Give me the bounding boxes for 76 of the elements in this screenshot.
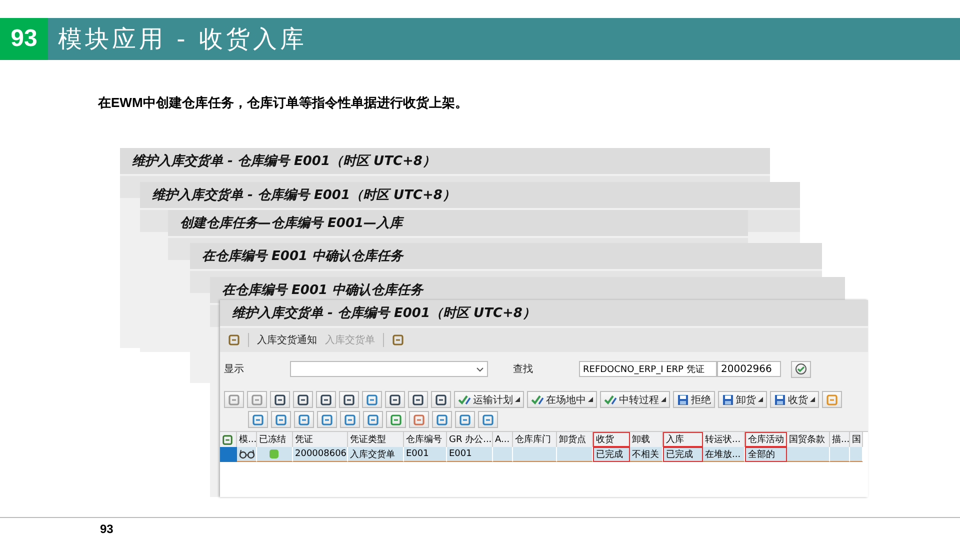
table-cell (830, 447, 850, 462)
display-label: 显示 (224, 363, 245, 376)
table-cell (493, 447, 513, 462)
toolbar-button[interactable] (270, 391, 290, 408)
table-cell: E001 (447, 447, 493, 462)
column-header[interactable]: 仓库编号 (404, 432, 447, 447)
window-title: 维护入库交货单 - 仓库编号 E001（时区 UTC+8） (220, 300, 868, 328)
slide-title: 模块应用 - 收货入库 (48, 18, 960, 60)
column-header[interactable]: 卸货点 (557, 432, 593, 447)
toolbar-button[interactable] (271, 411, 291, 428)
check-pencil-icon (604, 394, 617, 406)
window-title: 在仓库编号 E001 中确认仓库任务 (190, 243, 822, 271)
column-header[interactable]: 仓库库门 (513, 432, 557, 447)
toolbar-button[interactable] (432, 411, 452, 428)
toolbar-button[interactable] (478, 411, 498, 428)
intro-text: 在EWM中创建仓库任务，仓库订单等指令性单据进行收货上架。 (98, 94, 469, 112)
table-cell: 已完成 (663, 447, 703, 462)
table-cell: 已完成 (593, 447, 630, 462)
column-header[interactable]: 模... (237, 432, 257, 447)
toolbar-button[interactable] (248, 411, 268, 428)
column-header[interactable]: 收货 (593, 432, 630, 447)
column-header[interactable]: GR 办公... (447, 432, 493, 447)
check-pencil-icon (458, 394, 471, 406)
action-button[interactable]: 收货 (770, 391, 819, 408)
chevron-down-icon (476, 366, 484, 372)
column-header[interactable]: 描... (830, 432, 850, 447)
window-title: 创建仓库任务—仓库编号 E001—入库 (168, 210, 748, 238)
table-cell (513, 447, 557, 462)
toolbar-button[interactable] (455, 411, 475, 428)
column-header[interactable]: 转运状... (703, 432, 745, 447)
toolbar-button[interactable] (363, 411, 383, 428)
search-value-field[interactable]: 20002966 (717, 361, 781, 377)
column-header[interactable]: 凭证 (293, 432, 348, 447)
toolbar-button[interactable] (408, 391, 428, 408)
toolbar-button[interactable] (316, 391, 336, 408)
toolbar-button[interactable] (293, 391, 313, 408)
action-button[interactable]: 在场地中 (527, 391, 597, 408)
table-cell: E001 (404, 447, 447, 462)
table-cell (557, 447, 593, 462)
toolbar-button[interactable] (385, 391, 405, 408)
search-label: 查找 (513, 362, 534, 376)
window-title: 维护入库交货单 - 仓库编号 E001（时区 UTC+8） (140, 182, 800, 210)
action-button[interactable]: 卸货 (718, 391, 767, 408)
column-header[interactable]: 国 (850, 432, 863, 447)
action-button[interactable]: 中转过程 (600, 391, 670, 408)
action-button[interactable]: 运输计划 (454, 391, 524, 408)
column-header[interactable]: 已冻结 (257, 432, 293, 447)
column-header[interactable]: A... (493, 432, 513, 447)
toolbar-button[interactable] (317, 411, 337, 428)
table-cell (787, 447, 830, 462)
execute-button[interactable] (791, 360, 811, 378)
column-header[interactable]: 凭证类型 (348, 432, 404, 447)
toolbar-link[interactable]: 入库交货通知 (257, 333, 317, 347)
column-header[interactable]: 国贸条款 (787, 432, 830, 447)
toolbar-button[interactable] (362, 391, 382, 408)
column-header[interactable]: 入库 (663, 432, 703, 447)
select-all-icon[interactable] (220, 432, 237, 447)
page-number: 93 (100, 522, 114, 536)
action-button[interactable]: 拒绝 (673, 391, 715, 408)
table-cell: 入库交货单 (348, 447, 404, 462)
table-cell: 200008606 (293, 447, 348, 462)
table-cell (850, 447, 863, 462)
window-title: 维护入库交货单 - 仓库编号 E001（时区 UTC+8） (120, 148, 770, 176)
column-header[interactable]: 卸载 (630, 432, 663, 447)
column-header[interactable]: 仓库活动 (745, 432, 787, 447)
toolbar-button[interactable] (340, 411, 360, 428)
table-cell: 在堆放... (703, 447, 745, 462)
table-cell: 不相关 (630, 447, 663, 462)
toolbar-button[interactable] (431, 391, 451, 408)
toolbar-button[interactable] (339, 391, 359, 408)
slide-number: 93 (0, 18, 48, 60)
search-field-dropdown[interactable]: REFDOCNO_ERP_I ERP 凭证 (579, 361, 717, 377)
clock-check-icon (795, 363, 807, 375)
check-pencil-icon (531, 394, 544, 406)
table-cell: 全部的 (745, 447, 787, 462)
toolbar-button[interactable] (294, 411, 314, 428)
